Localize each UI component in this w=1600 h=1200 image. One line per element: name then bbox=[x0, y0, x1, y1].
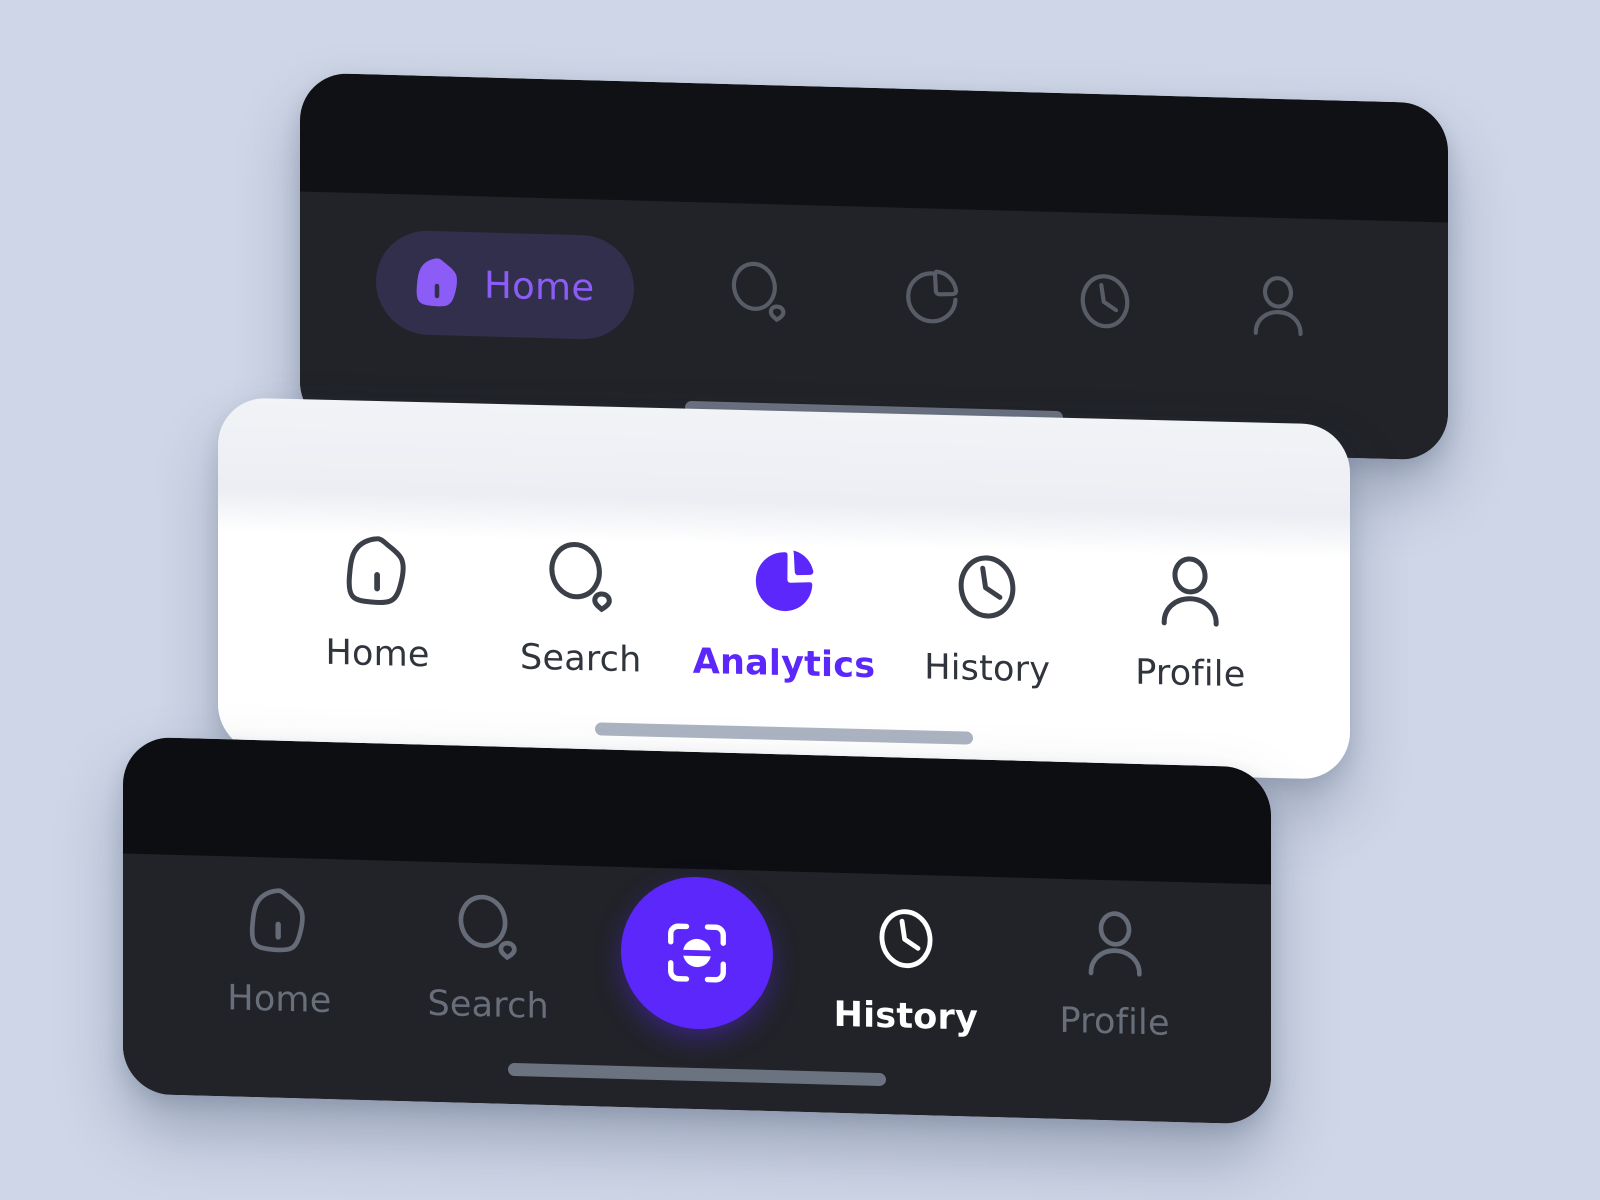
nav-card-light: Home Search Analytics History Profile bbox=[218, 397, 1350, 780]
nav-item-analytics[interactable] bbox=[886, 249, 978, 343]
person-icon bbox=[1147, 548, 1233, 636]
nav-item-profile[interactable] bbox=[1232, 259, 1324, 353]
search-icon bbox=[722, 254, 796, 330]
nav-item-search[interactable]: Search bbox=[486, 532, 676, 682]
nav-item-scan[interactable] bbox=[604, 874, 789, 1032]
nav-item-analytics[interactable]: Analytics bbox=[689, 537, 879, 687]
nav-item-label-search: Search bbox=[427, 983, 549, 1027]
nav-item-history[interactable]: History bbox=[892, 542, 1082, 692]
bottom-nav-bar-dark-fab: Home Search History Profile bbox=[123, 853, 1271, 1125]
search-icon bbox=[538, 533, 624, 621]
pie-chart-icon bbox=[741, 538, 827, 626]
person-icon bbox=[1241, 268, 1315, 344]
nav-items-row: Home bbox=[300, 219, 1448, 370]
nav-item-label-history: History bbox=[833, 994, 978, 1039]
search-icon bbox=[448, 886, 528, 968]
nav-item-label-home: Home bbox=[227, 978, 332, 1022]
nav-item-home[interactable]: Home bbox=[283, 527, 473, 677]
nav-item-label-home: Home bbox=[325, 632, 430, 676]
clock-icon bbox=[1068, 263, 1142, 339]
nav-item-search[interactable] bbox=[713, 245, 805, 339]
person-icon bbox=[1075, 903, 1155, 985]
nav-item-home[interactable]: Home bbox=[376, 229, 635, 341]
nav-item-history[interactable]: History bbox=[813, 896, 998, 1039]
home-icon bbox=[408, 252, 468, 314]
nav-item-label-profile: Profile bbox=[1135, 652, 1246, 696]
home-icon bbox=[335, 528, 421, 616]
scan-fab-button[interactable] bbox=[620, 874, 773, 1032]
nav-item-search[interactable]: Search bbox=[396, 885, 581, 1028]
nav-item-profile[interactable]: Profile bbox=[1095, 547, 1285, 697]
scan-icon bbox=[661, 916, 733, 990]
nav-items-row-fab: Home Search History Profile bbox=[123, 874, 1271, 1083]
nav-item-profile[interactable]: Profile bbox=[1022, 902, 1207, 1045]
home-indicator[interactable] bbox=[595, 722, 973, 745]
nav-item-label-home: Home bbox=[484, 262, 595, 309]
pie-chart-icon bbox=[895, 259, 969, 335]
nav-item-label-search: Search bbox=[520, 637, 642, 681]
clock-icon bbox=[944, 543, 1030, 631]
clock-icon bbox=[866, 898, 946, 980]
nav-inactive-icons bbox=[634, 243, 1372, 355]
nav-item-history[interactable] bbox=[1059, 254, 1151, 348]
nav-item-label-profile: Profile bbox=[1059, 1000, 1170, 1044]
nav-item-label-analytics: Analytics bbox=[692, 641, 876, 687]
nav-card-dark-fab: Home Search History Profile bbox=[123, 736, 1271, 1125]
nav-card-dark-pill: Home bbox=[300, 72, 1448, 461]
home-icon bbox=[239, 881, 319, 963]
nav-item-home[interactable]: Home bbox=[187, 879, 372, 1022]
nav-items-row-light: Home Search Analytics History Profile bbox=[218, 525, 1350, 733]
nav-item-label-history: History bbox=[924, 647, 1051, 691]
design-canvas: Home Home Search Analytics History Profi… bbox=[0, 0, 1600, 1200]
